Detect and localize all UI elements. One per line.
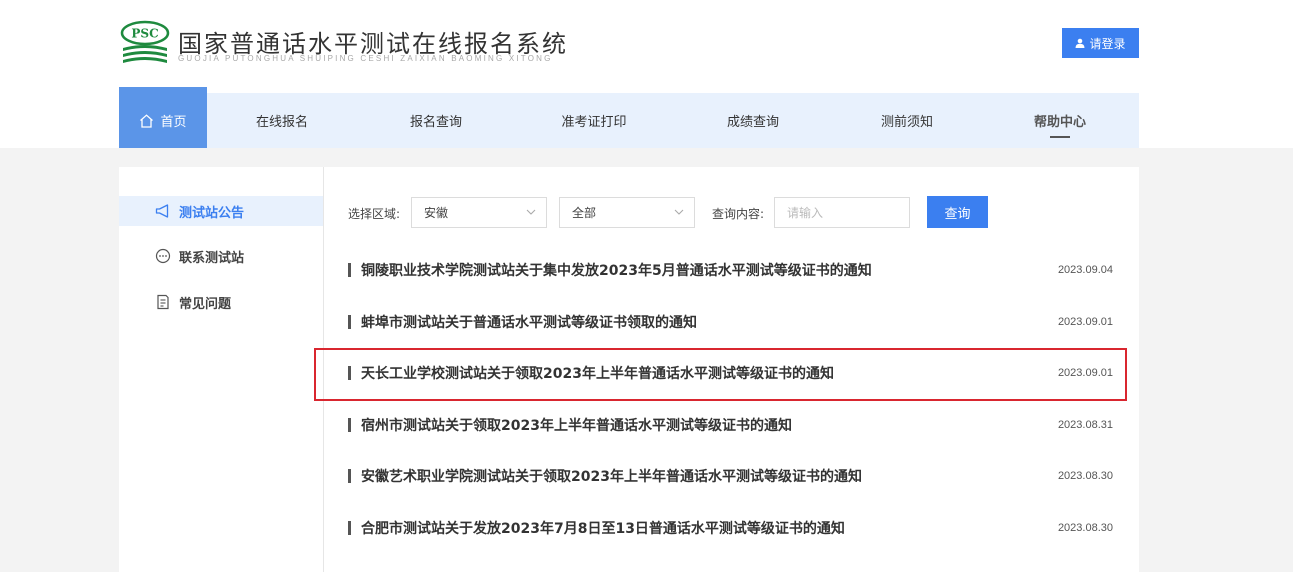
scope-select[interactable]: 全部 [559,197,695,228]
nav-item-registration-query[interactable]: 报名查询 [357,93,515,148]
list-bullet [348,263,351,277]
notice-item[interactable]: 铜陵职业技术学院测试站关于集中发放2023年5月普通话水平测试等级证书的通知 2… [348,258,1113,282]
sidebar: 测试站公告 联系测试站 常见问题 [119,167,324,572]
list-bullet [348,469,351,483]
notice-date: 2023.09.04 [1057,264,1113,276]
sidebar-item-label: 常见问题 [179,296,232,312]
notice-date: 2023.09.01 [1057,367,1113,379]
notice-title: 天长工业学校测试站关于领取2023年上半年普通话水平测试等级证书的通知 [361,366,834,382]
sidebar-item-announcements[interactable]: 测试站公告 [119,196,323,226]
notice-item-highlighted[interactable]: 天长工业学校测试站关于领取2023年上半年普通话水平测试等级证书的通知 2023… [348,361,1113,385]
notice-date: 2023.08.30 [1057,470,1113,482]
sidebar-item-contact[interactable]: 联系测试站 [119,241,323,271]
megaphone-icon [155,204,169,218]
query-input[interactable] [774,197,910,228]
notice-title: 安徽艺术职业学院测试站关于领取2023年上半年普通话水平测试等级证书的通知 [361,469,862,485]
notice-item[interactable]: 宿州市测试站关于领取2023年上半年普通话水平测试等级证书的通知 2023.08… [348,413,1113,437]
notice-title: 蚌埠市测试站关于普通话水平测试等级证书领取的通知 [361,315,697,331]
notice-date: 2023.08.30 [1057,522,1113,534]
notice-item[interactable]: 蚌埠市测试站关于普通话水平测试等级证书领取的通知 2023.09.01 [348,310,1113,334]
main-nav: 首页 在线报名 报名查询 准考证打印 成绩查询 测前须知 帮助中心 [119,87,1139,148]
chevron-down-icon [526,209,536,215]
sidebar-item-label: 测试站公告 [179,205,245,221]
login-button[interactable]: 请登录 [1062,28,1139,58]
login-label: 请登录 [1089,36,1126,51]
notice-title: 铜陵职业技术学院测试站关于集中发放2023年5月普通话水平测试等级证书的通知 [361,263,872,279]
nav-item-admission-print[interactable]: 准考证打印 [515,93,673,148]
svg-text:PSC: PSC [131,27,158,41]
notice-item[interactable]: 合肥市测试站关于发放2023年7月8日至13日普通话水平测试等级证书的通知 20… [348,516,1113,540]
user-icon [1075,38,1085,48]
notice-title: 合肥市测试站关于发放2023年7月8日至13日普通话水平测试等级证书的通知 [361,521,845,537]
scope-select-value: 全部 [572,206,597,220]
document-icon [157,294,169,310]
chevron-down-icon [674,209,684,215]
list-bullet [348,521,351,535]
sidebar-item-faq[interactable]: 常见问题 [119,287,323,317]
nav-item-test-notes[interactable]: 测前须知 [833,93,981,148]
home-icon [140,113,154,128]
site-subtitle: GUOJIA PUTONGHUA SHUIPING CESHI ZAIXIAN … [178,54,553,63]
notice-date: 2023.08.31 [1057,419,1113,431]
nav-item-help-center[interactable]: 帮助中心 [981,93,1139,148]
region-label: 选择区域: [348,207,401,221]
notice-item[interactable]: 安徽艺术职业学院测试站关于领取2023年上半年普通话水平测试等级证书的通知 20… [348,464,1113,488]
chat-bubble-icon [155,248,171,264]
list-bullet [348,315,351,329]
notice-title: 宿州市测试站关于领取2023年上半年普通话水平测试等级证书的通知 [361,418,792,434]
nav-item-label: 首页 [160,115,187,130]
notice-date: 2023.09.01 [1057,316,1113,328]
query-label: 查询内容: [712,207,765,221]
query-button[interactable]: 查询 [927,196,988,228]
list-bullet [348,418,351,432]
nav-item-online-registration[interactable]: 在线报名 [207,93,357,148]
sidebar-item-label: 联系测试站 [179,250,245,266]
region-select[interactable]: 安徽 [411,197,547,228]
region-select-value: 安徽 [424,206,449,220]
nav-item-score-query[interactable]: 成绩查询 [673,93,833,148]
psc-logo[interactable]: PSC [120,20,170,66]
list-bullet [348,366,351,380]
nav-item-home[interactable]: 首页 [119,87,207,148]
